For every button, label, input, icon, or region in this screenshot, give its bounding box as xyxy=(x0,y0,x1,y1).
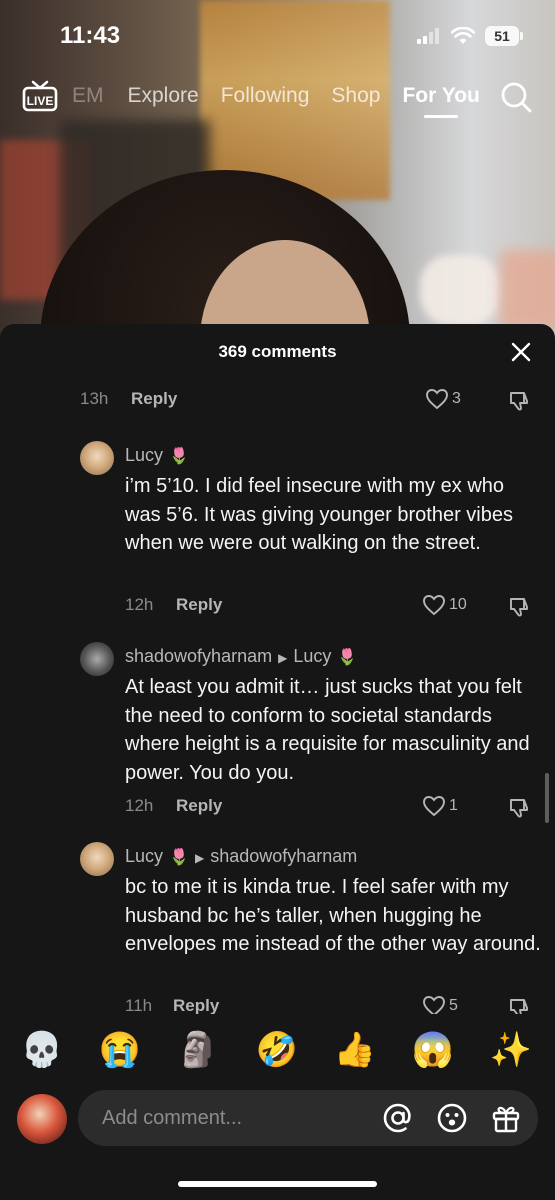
comment-author[interactable]: shadowofyharnam ▶ Lucy 🌷 xyxy=(125,646,357,667)
heart-icon xyxy=(423,595,445,616)
reply-to-name: Lucy xyxy=(293,646,332,666)
reply-button[interactable]: Reply xyxy=(176,595,222,615)
emoji-moai-button[interactable]: 🗿 xyxy=(176,1028,220,1072)
user-avatar[interactable] xyxy=(17,1094,67,1144)
add-comment-input[interactable] xyxy=(78,1090,538,1146)
emoji-rofl-button[interactable]: 🤣 xyxy=(255,1028,299,1072)
comment-meta-row: 12h Reply 1 xyxy=(0,796,555,826)
dislike-icon[interactable] xyxy=(507,389,531,413)
author-name: Lucy xyxy=(125,846,164,866)
emoji-quick-bar: 💀 😭 🗿 🤣 👍 😱 ✨ xyxy=(0,1028,555,1072)
dislike-icon[interactable] xyxy=(507,595,531,619)
tab-following[interactable]: Following xyxy=(221,84,310,108)
tulip-emoji: 🌷 xyxy=(169,849,189,866)
reply-to-name: shadowofyharnam xyxy=(210,846,358,866)
like-button[interactable]: 1 xyxy=(422,795,458,817)
like-count: 5 xyxy=(449,997,458,1014)
like-button[interactable]: 3 xyxy=(425,388,461,410)
video-background[interactable] xyxy=(0,0,555,340)
svg-text:LIVE: LIVE xyxy=(27,94,54,108)
heart-icon xyxy=(423,796,445,817)
comments-list[interactable]: 13h Reply 3 Lucy 🌷 i’m 5’10. I did feel i… xyxy=(0,379,555,1014)
reply-to-arrow-icon: ▶ xyxy=(278,651,288,665)
gift-icon[interactable] xyxy=(490,1102,522,1134)
dislike-icon[interactable] xyxy=(507,996,531,1014)
avatar[interactable] xyxy=(80,642,114,676)
comment-time: 11h xyxy=(125,996,153,1014)
cellular-signal-icon xyxy=(417,28,439,44)
background-white-object xyxy=(420,255,500,325)
emoji-skull-button[interactable]: 💀 xyxy=(20,1028,64,1072)
emoji-crying-button[interactable]: 😭 xyxy=(98,1028,142,1072)
avatar[interactable] xyxy=(80,441,114,475)
comments-count-title: 369 comments xyxy=(218,342,337,361)
reply-to-arrow-icon: ▶ xyxy=(194,851,205,865)
comment-meta-row: 13h Reply 3 xyxy=(0,389,555,419)
reply-button[interactable]: Reply xyxy=(131,389,177,409)
comment-time: 13h xyxy=(80,389,109,408)
avatar[interactable] xyxy=(80,842,114,876)
author-name: shadowofyharnam xyxy=(125,646,273,666)
emoji-thumbs-up-button[interactable]: 👍 xyxy=(333,1028,377,1072)
status-icons: 51 xyxy=(417,26,523,46)
comment-text: At least you admit it… just sucks that y… xyxy=(125,676,530,784)
heart-icon xyxy=(423,996,445,1014)
emoji-sparkles-button[interactable]: ✨ xyxy=(489,1028,533,1072)
background-pink-area xyxy=(500,250,555,330)
tab-explore[interactable]: Explore xyxy=(128,84,199,108)
top-nav: LIVE EM Explore Following Shop For You xyxy=(0,78,555,118)
like-count: 3 xyxy=(452,390,461,407)
tab-for-you[interactable]: For You xyxy=(402,84,480,118)
dislike-icon[interactable] xyxy=(507,796,531,820)
reply-button[interactable]: Reply xyxy=(173,996,219,1014)
tab-em[interactable]: EM xyxy=(72,84,104,108)
tab-shop[interactable]: Shop xyxy=(331,84,380,108)
tulip-emoji: 🌷 xyxy=(337,649,358,666)
emoji-picker-icon[interactable] xyxy=(436,1102,468,1134)
live-tv-icon[interactable]: LIVE xyxy=(22,80,58,114)
search-icon[interactable] xyxy=(499,80,533,114)
scrollbar[interactable] xyxy=(545,773,549,823)
heart-icon xyxy=(426,389,448,410)
like-button[interactable]: 10 xyxy=(422,594,467,616)
comment-author[interactable]: Lucy 🌷 xyxy=(125,445,189,466)
like-count: 1 xyxy=(449,797,458,814)
like-button[interactable]: 5 xyxy=(422,995,458,1014)
emoji-screaming-button[interactable]: 😱 xyxy=(411,1028,455,1072)
comment-time: 12h xyxy=(125,595,154,614)
comment-author[interactable]: Lucy 🌷 ▶ shadowofyharnam xyxy=(125,846,357,867)
comment-meta-row: 11h Reply 5 xyxy=(0,996,555,1014)
reply-button[interactable]: Reply xyxy=(176,796,222,816)
battery-indicator: 51 xyxy=(485,26,523,46)
comment-text: bc to me it is kinda true. I feel safer … xyxy=(125,876,541,955)
home-indicator[interactable] xyxy=(178,1181,377,1187)
tulip-emoji: 🌷 xyxy=(169,448,189,465)
comment-text: i’m 5’10. I did feel insecure with my ex… xyxy=(125,475,513,554)
wifi-icon xyxy=(451,27,475,44)
mention-icon[interactable] xyxy=(382,1102,414,1134)
close-icon[interactable] xyxy=(511,342,531,362)
nav-tabs: EM Explore Following Shop For You xyxy=(72,84,502,118)
comment-time: 12h xyxy=(125,796,154,815)
comment-meta-row: 12h Reply 10 xyxy=(0,595,555,625)
like-count: 10 xyxy=(449,596,467,613)
status-time: 11:43 xyxy=(60,22,121,49)
author-name: Lucy xyxy=(125,445,164,465)
